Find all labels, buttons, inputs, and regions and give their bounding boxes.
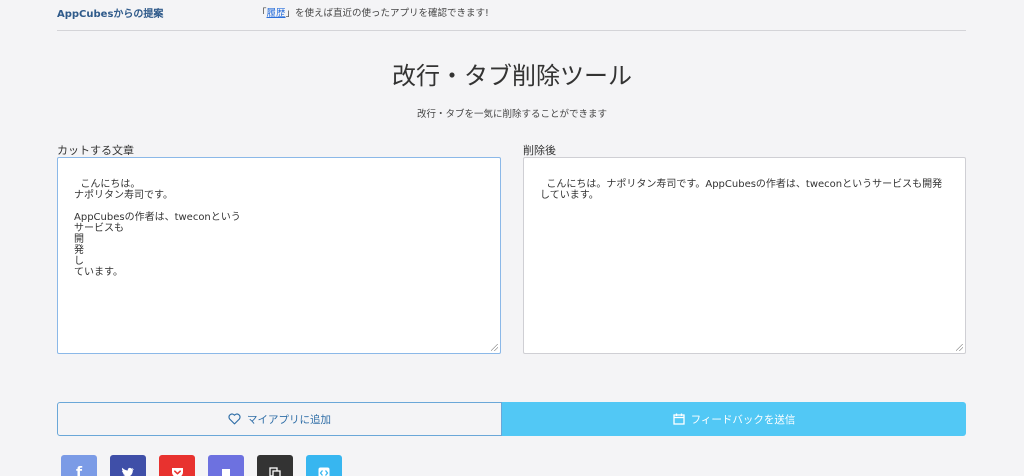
page-subtitle: 改行・タブを一気に削除することができます [416, 109, 607, 120]
copy-share-button[interactable] [257, 455, 293, 476]
send-feedback-label: フィードバックを送信 [690, 413, 796, 426]
send-feedback-button[interactable]: フィードバックを送信 [502, 402, 966, 436]
embed-icon [318, 467, 330, 476]
notice-suffix: 」を使えば直近の使ったアプリを確認できます! [285, 8, 489, 19]
top-bar: AppCubesからの提案 「履歴」を使えば直近の使ったアプリを確認できます! [57, 0, 966, 31]
facebook-icon: f [75, 465, 83, 476]
input-textarea[interactable]: こんにちは。 ナポリタン寿司です。 AppCubesの作者は、tweconという… [57, 157, 501, 354]
calendar-icon [672, 413, 685, 425]
resize-handle-icon[interactable] [956, 344, 963, 351]
history-link[interactable]: 履歴 [267, 8, 286, 19]
output-textarea[interactable]: こんにちは。ナポリタン寿司です。AppCubesの作者は、tweconというサー… [523, 157, 966, 354]
brand-label: AppCubesからの提案 [57, 9, 164, 20]
input-text: こんにちは。 ナポリタン寿司です。 AppCubesの作者は、tweconという… [74, 179, 241, 278]
history-notice: 「履歴」を使えば直近の使ったアプリを確認できます! [257, 5, 489, 19]
bookmark-share-button[interactable] [208, 455, 244, 476]
output-label: 削除後 [523, 144, 556, 157]
bookmark-icon [222, 469, 230, 476]
facebook-share-button[interactable]: f [61, 455, 97, 476]
add-to-my-apps-button[interactable]: マイアプリに追加 [57, 402, 502, 436]
output-text: こんにちは。ナポリタン寿司です。AppCubesの作者は、tweconというサー… [540, 179, 943, 201]
twitter-share-button[interactable] [110, 455, 146, 476]
embed-share-button[interactable] [306, 455, 342, 476]
pocket-icon [171, 468, 183, 476]
twitter-icon [122, 467, 134, 476]
heart-outline-icon [228, 413, 241, 425]
pocket-share-button[interactable] [159, 455, 195, 476]
input-label: カットする文章 [57, 144, 134, 157]
add-to-my-apps-label: マイアプリに追加 [247, 413, 331, 426]
page-title: 改行・タブ削除ツール [392, 62, 632, 90]
copy-icon [269, 466, 281, 476]
resize-handle-icon[interactable] [491, 344, 498, 351]
share-buttons: f [61, 455, 342, 476]
notice-prefix: 「 [257, 8, 267, 19]
